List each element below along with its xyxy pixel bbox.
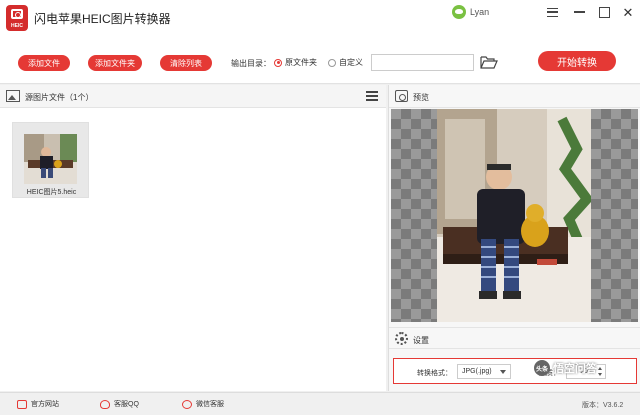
maximize-button[interactable] — [595, 4, 613, 20]
format-value: JPG(.jpg) — [462, 368, 492, 375]
file-thumbnail-card[interactable]: HEIC图片5.heic — [12, 122, 89, 198]
settings-header: 设置 — [389, 327, 640, 349]
wechat-icon — [182, 399, 192, 409]
footer-link-label: 客服QQ — [114, 401, 139, 408]
radio-label: 原文件夹 — [285, 58, 317, 67]
radio-label: 自定义 — [339, 58, 363, 67]
watermark-logo-icon: 头条 — [534, 360, 550, 376]
format-label: 转换格式： — [417, 370, 452, 377]
preview-image — [437, 109, 591, 322]
menu-button[interactable] — [543, 4, 561, 20]
minimize-icon — [573, 11, 585, 13]
start-convert-button[interactable]: 开始转换 — [538, 51, 616, 71]
radio-original-folder[interactable]: 原文件夹 — [274, 57, 317, 68]
list-view-icon[interactable] — [366, 91, 378, 101]
menu-icon — [546, 7, 558, 17]
output-path-input[interactable] — [371, 54, 474, 71]
app-title: 闪电苹果HEIC图片转换器 — [34, 12, 171, 26]
settings-title: 设置 — [413, 336, 429, 345]
stepper-down-icon[interactable] — [598, 373, 602, 376]
qq-icon — [100, 399, 110, 409]
monitor-icon — [17, 399, 27, 409]
toolbar: 添加文件 添加文件夹 清除列表 输出目录： 原文件夹 自定义 开始转换 — [0, 38, 640, 84]
title-bar: HEIC 闪电苹果HEIC图片转换器 Lyan ✕ — [0, 0, 640, 38]
format-select[interactable]: JPG(.jpg) — [457, 364, 511, 379]
folder-open-icon[interactable] — [480, 55, 498, 69]
chevron-down-icon — [500, 370, 506, 374]
user-name: Lyan — [470, 7, 490, 17]
radio-custom[interactable]: 自定义 — [328, 57, 363, 68]
app-logo-icon: HEIC — [6, 5, 28, 31]
radio-unselected-icon — [328, 58, 336, 67]
support-qq-link[interactable]: 客服QQ — [100, 399, 139, 409]
footer: 官方网站 客服QQ 微信客服 版本：V3.6.2 — [0, 392, 640, 415]
file-name: HEIC图片5.heic — [26, 189, 77, 196]
footer-link-label: 官方网站 — [31, 401, 59, 408]
footer-link-label: 微信客服 — [196, 401, 224, 408]
source-files-panel: 源图片文件（1个） HEIC图片5.heic — [0, 85, 386, 391]
clear-list-button[interactable]: 清除列表 — [160, 55, 212, 71]
preview-settings-panel: 预览 设置 转换格式： JPG(.jpg) 品质： 100 — [388, 85, 640, 391]
image-icon — [6, 90, 20, 102]
version-label: 版本：V3.6.2 — [582, 402, 624, 409]
source-panel-title: 源图片文件（1个） — [25, 93, 94, 102]
output-dir-label: 输出目录： — [231, 59, 271, 68]
preview-area — [391, 109, 638, 322]
add-file-button[interactable]: 添加文件 — [18, 55, 70, 71]
app-logo-text: HEIC — [11, 23, 23, 29]
add-folder-button[interactable]: 添加文件夹 — [88, 55, 142, 71]
preview-header: 预览 — [389, 85, 640, 108]
source-panel-header: 源图片文件（1个） — [0, 85, 386, 108]
wechat-support-link[interactable]: 微信客服 — [182, 399, 224, 409]
watermark-text: 悟空问答 — [553, 363, 597, 375]
radio-selected-icon — [274, 58, 282, 67]
gear-icon — [395, 332, 408, 345]
preview-title: 预览 — [413, 93, 429, 102]
user-account[interactable]: Lyan — [452, 4, 489, 20]
settings-box: 转换格式： JPG(.jpg) 品质： 100 — [393, 358, 637, 384]
official-website-link[interactable]: 官方网站 — [17, 399, 59, 409]
preview-icon — [395, 90, 408, 102]
file-thumbnail-image — [24, 134, 77, 184]
watermark: 头条 悟空问答 — [534, 360, 597, 376]
close-button[interactable]: ✕ — [619, 4, 637, 20]
user-avatar-icon — [452, 5, 466, 19]
close-icon: ✕ — [622, 4, 634, 20]
maximize-icon — [598, 6, 610, 18]
minimize-button[interactable] — [570, 4, 588, 20]
stepper-up-icon[interactable] — [598, 367, 602, 370]
